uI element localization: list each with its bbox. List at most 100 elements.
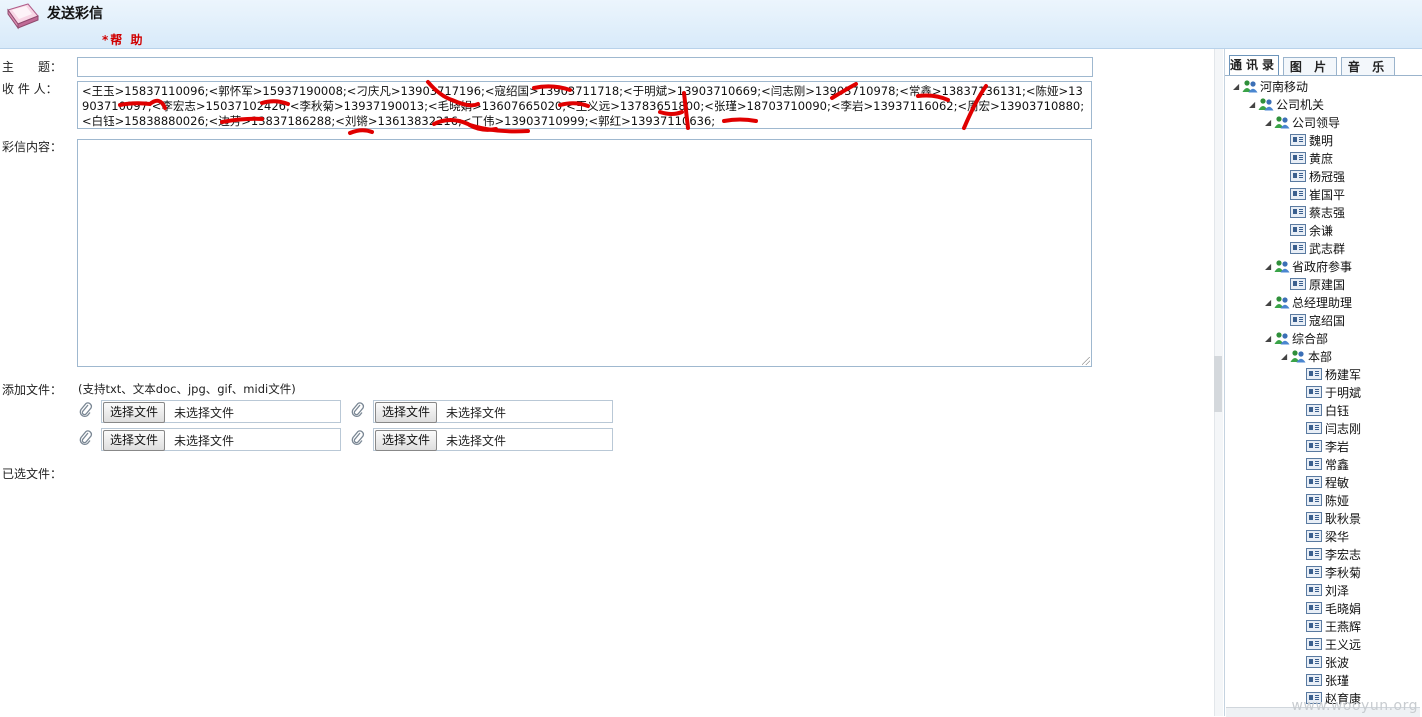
expand-triangle-icon[interactable]: ◢	[1233, 78, 1242, 96]
tree-contact[interactable]: 白钰	[1306, 402, 1349, 420]
contact-card-icon	[1290, 224, 1306, 236]
tree-contact[interactable]: 蔡志强	[1290, 204, 1345, 222]
watermark: www.wooyun.org	[1291, 698, 1418, 714]
contact-card-icon	[1306, 656, 1322, 668]
tree-node-label: 陈娅	[1325, 494, 1350, 508]
selected-files-label: 已选文件：	[2, 467, 63, 481]
tree-node-label: 王义远	[1325, 638, 1362, 652]
choose-file-button[interactable]: 选择文件	[375, 430, 438, 451]
contact-card-icon	[1306, 638, 1322, 650]
tree-contact[interactable]: 黄庶	[1290, 150, 1333, 168]
tree-node-label: 综合部	[1292, 332, 1329, 346]
expand-triangle-icon[interactable]: ◢	[1281, 348, 1290, 366]
paperclip-icon	[79, 402, 92, 418]
tree-node-label: 李宏志	[1325, 548, 1362, 562]
file-input-3[interactable]: 选择文件 未选择文件	[101, 428, 341, 451]
tree-node-label: 李岩	[1325, 440, 1350, 454]
recipients-field[interactable]: <王玉>15837110096;<郭怀军>15937190008;<刁庆凡>13…	[77, 81, 1092, 129]
tree-group[interactable]: ◢ 本部	[1281, 348, 1332, 366]
tree-node-label: 省政府参事	[1292, 260, 1353, 274]
tree-node-label: 于明斌	[1325, 386, 1362, 400]
tree-group[interactable]: ◢ 河南移动	[1233, 78, 1308, 96]
tree-node-label: 刘泽	[1325, 584, 1350, 598]
tree-group[interactable]: ◢ 总经理助理	[1265, 294, 1352, 312]
help-link[interactable]: *帮 助	[102, 31, 144, 48]
choose-file-button[interactable]: 选择文件	[103, 402, 166, 423]
contact-card-icon	[1306, 404, 1322, 416]
tree-contact[interactable]: 魏明	[1290, 132, 1333, 150]
tree-contact[interactable]: 李秋菊	[1306, 564, 1361, 582]
tab-pictures[interactable]: 图 片	[1283, 57, 1337, 76]
tree-node-label: 黄庶	[1309, 152, 1334, 166]
tree-contact[interactable]: 杨建军	[1306, 366, 1361, 384]
tree-contact[interactable]: 寇绍国	[1290, 312, 1345, 330]
tree-contact[interactable]: 于明斌	[1306, 384, 1361, 402]
tree-contact[interactable]: 余谦	[1290, 222, 1333, 240]
tree-contact[interactable]: 杨冠强	[1290, 168, 1345, 186]
tree-contact[interactable]: 张波	[1306, 654, 1349, 672]
tree-node-label: 蔡志强	[1309, 206, 1346, 220]
tree-contact[interactable]: 李宏志	[1306, 546, 1361, 564]
expand-triangle-icon[interactable]: ◢	[1249, 96, 1258, 114]
mms-content-textarea[interactable]	[77, 139, 1092, 367]
file-input-4[interactable]: 选择文件 未选择文件	[373, 428, 613, 451]
contact-card-icon	[1306, 368, 1322, 380]
tree-contact[interactable]: 陈娅	[1306, 492, 1349, 510]
tree-group[interactable]: ◢ 公司机关	[1249, 96, 1324, 114]
contact-card-icon	[1306, 566, 1322, 578]
tree-contact[interactable]: 刘泽	[1306, 582, 1349, 600]
tree-group[interactable]: ◢ 综合部	[1265, 330, 1328, 348]
tree-node-label: 杨建军	[1325, 368, 1362, 382]
contact-card-icon	[1306, 386, 1322, 398]
expand-triangle-icon[interactable]: ◢	[1265, 294, 1274, 312]
contact-card-icon	[1306, 512, 1322, 524]
group-icon	[1274, 259, 1290, 273]
tree-contact[interactable]: 原建国	[1290, 276, 1345, 294]
tree-contact[interactable]: 李岩	[1306, 438, 1349, 456]
file-status: 未选择文件	[174, 406, 235, 420]
tree-contact[interactable]: 武志群	[1290, 240, 1345, 258]
tree-node-label: 本部	[1308, 350, 1333, 364]
contact-card-icon	[1306, 548, 1322, 560]
contact-tree: ◢ 河南移动 ◢ 公司机关 ◢ 公司领导 魏明 黄庶 杨冠强 崔国平 蔡志强 余谦 武志群 ◢ 省政府参事原…	[1225, 76, 1422, 716]
tree-contact[interactable]: 程敏	[1306, 474, 1349, 492]
splitter-handle[interactable]	[1214, 356, 1222, 412]
choose-file-button[interactable]: 选择文件	[103, 430, 166, 451]
tree-contact[interactable]: 常鑫	[1306, 456, 1349, 474]
tab-contacts[interactable]: 通讯录	[1229, 55, 1279, 76]
tree-contact[interactable]: 毛晓娟	[1306, 600, 1361, 618]
file-input-2[interactable]: 选择文件 未选择文件	[373, 400, 613, 423]
recipients-label: 收 件 人：	[2, 82, 58, 96]
tree-node-label: 原建国	[1309, 278, 1346, 292]
paperclip-icon	[351, 402, 364, 418]
tree-contact[interactable]: 王义远	[1306, 636, 1361, 654]
tree-node-label: 常鑫	[1325, 458, 1350, 472]
contact-card-icon	[1306, 476, 1322, 488]
tree-contact[interactable]: 张瑾	[1306, 672, 1349, 690]
tree-contact[interactable]: 崔国平	[1290, 186, 1345, 204]
tree-contact[interactable]: 梁华	[1306, 528, 1349, 546]
tree-node-label: 耿秋景	[1325, 512, 1362, 526]
tree-node-label: 白钰	[1325, 404, 1350, 418]
file-input-1[interactable]: 选择文件 未选择文件	[101, 400, 341, 423]
tab-music[interactable]: 音 乐	[1341, 57, 1395, 76]
expand-triangle-icon[interactable]: ◢	[1265, 330, 1274, 348]
choose-file-button[interactable]: 选择文件	[375, 402, 438, 423]
contact-card-icon	[1290, 314, 1306, 326]
tree-contact[interactable]: 王燕辉	[1306, 618, 1361, 636]
resize-grip-icon[interactable]	[1082, 357, 1090, 365]
expand-triangle-icon[interactable]: ◢	[1265, 114, 1274, 132]
tree-contact[interactable]: 耿秋景	[1306, 510, 1361, 528]
tree-node-label: 余谦	[1309, 224, 1334, 238]
tree-group[interactable]: ◢ 省政府参事	[1265, 258, 1352, 276]
tree-group[interactable]: ◢ 公司领导	[1265, 114, 1340, 132]
tree-node-label: 魏明	[1309, 134, 1334, 148]
tree-node-label: 梁华	[1325, 530, 1350, 544]
paperclip-icon	[79, 430, 92, 446]
tree-node-label: 公司机关	[1276, 98, 1325, 112]
tree-contact[interactable]: 闫志刚	[1306, 420, 1361, 438]
tree-node-label: 河南移动	[1260, 80, 1309, 94]
expand-triangle-icon[interactable]: ◢	[1265, 258, 1274, 276]
content-label: 彩信内容：	[2, 140, 63, 154]
subject-input[interactable]	[77, 57, 1093, 77]
